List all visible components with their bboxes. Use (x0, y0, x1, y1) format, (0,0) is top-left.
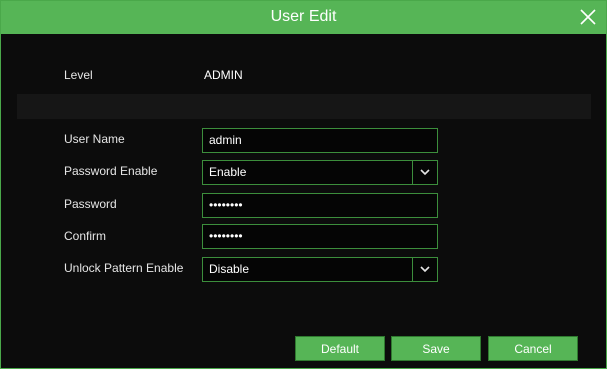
unlock-pattern-enable-label: Unlock Pattern Enable (64, 261, 184, 275)
confirm-password-input[interactable]: •••••••• (202, 224, 438, 249)
unlock-pattern-enable-select[interactable]: Disable (202, 257, 438, 282)
user-name-label: User Name (64, 132, 125, 146)
password-enable-select[interactable]: Enable (202, 160, 438, 185)
close-icon[interactable] (576, 5, 600, 29)
default-button[interactable]: Default (295, 336, 385, 361)
chevron-down-icon[interactable] (412, 161, 437, 184)
password-input[interactable]: •••••••• (202, 193, 438, 218)
password-label: Password (64, 197, 117, 211)
confirm-label: Confirm (64, 229, 107, 243)
level-label: Level (64, 68, 93, 82)
save-button[interactable]: Save (391, 336, 481, 361)
user-edit-dialog: User Edit Level ADMIN User Name admin Pa… (0, 0, 607, 369)
level-value: ADMIN (204, 68, 243, 82)
section-divider-band (17, 94, 591, 119)
title-bar: User Edit (1, 1, 606, 34)
cancel-button[interactable]: Cancel (488, 336, 578, 361)
password-enable-value: Enable (209, 165, 247, 179)
user-name-input[interactable]: admin (202, 128, 438, 153)
dialog-title: User Edit (270, 8, 337, 25)
unlock-pattern-enable-value: Disable (209, 262, 250, 276)
password-enable-label: Password Enable (64, 164, 158, 178)
chevron-down-icon[interactable] (412, 258, 437, 281)
